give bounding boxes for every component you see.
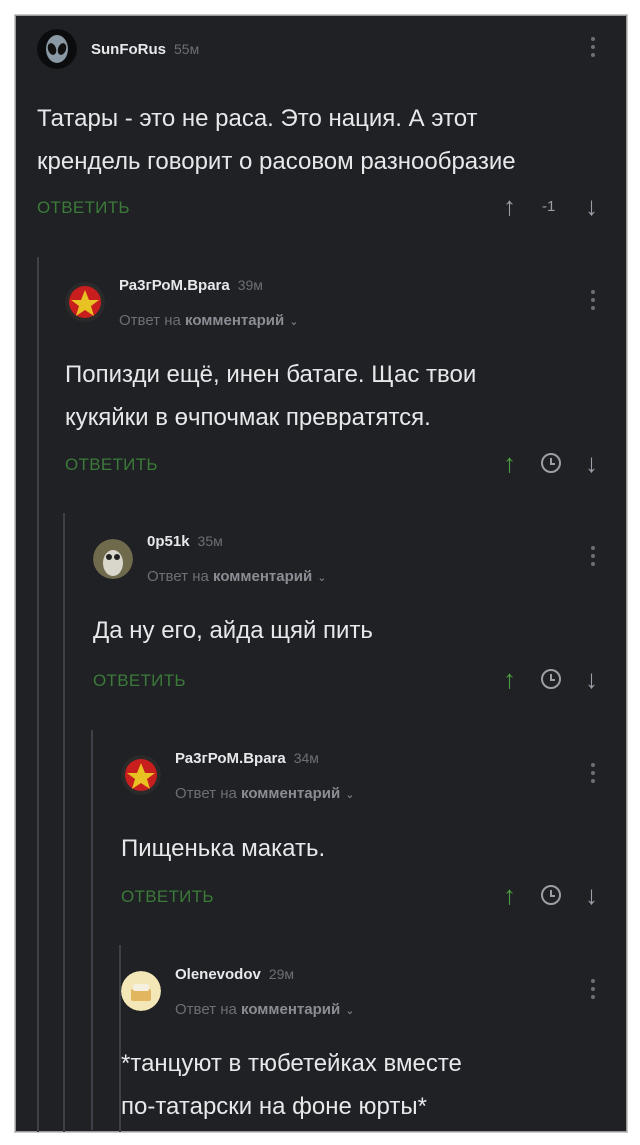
chevron-down-icon: ⌄ [317,572,327,584]
downvote-arrow-icon[interactable]: ↓ [585,882,598,908]
chevron-down-icon: ⌄ [345,789,355,801]
reply-button[interactable]: ОТВЕТИТЬ [65,455,158,475]
username[interactable]: SunFoRus 55м [91,41,199,58]
more-options-icon[interactable] [591,290,597,314]
crest-avatar-icon[interactable] [121,755,161,795]
clock-icon[interactable] [541,885,561,905]
clock-icon[interactable] [541,669,561,689]
thread-line [63,513,65,1132]
username[interactable]: Olenevodov 29м [175,966,294,983]
cake-avatar-icon[interactable] [121,971,161,1011]
more-options-icon[interactable] [591,763,597,787]
reply-button[interactable]: ОТВЕТИТЬ [37,198,130,218]
comment-score: -1 [542,198,556,215]
downvote-arrow-icon[interactable]: ↓ [585,450,598,476]
owl-avatar-icon[interactable] [93,539,133,579]
alien-avatar-icon[interactable] [37,29,77,69]
reply-to-link[interactable]: Ответ на комментарий ⌄ [175,1001,354,1018]
reply-button[interactable]: ОТВЕТИТЬ [93,671,186,691]
comment-text: Пищенька макать. [121,835,326,862]
comment-text: Попизди ещё, инен батаге. Щас твои кукяй… [65,361,477,431]
comment-text: Татары - это не раса. Это нация. А этот … [37,105,516,175]
reply-to-link[interactable]: Ответ на комментарий ⌄ [175,785,354,802]
comment-text: *танцуют в тюбетейках вместе по-татарски… [121,1050,462,1120]
chevron-down-icon: ⌄ [289,316,299,328]
timestamp: 34м [293,750,319,766]
timestamp: 39м [237,277,263,293]
more-options-icon[interactable] [591,37,597,61]
reply-button[interactable]: ОТВЕТИТЬ [121,887,214,907]
chevron-down-icon: ⌄ [345,1005,355,1017]
reply-to-link[interactable]: Ответ на комментарий ⌄ [147,568,326,585]
comment-text: Да ну его, айда щяй пить [93,617,373,644]
upvote-arrow-icon[interactable]: ↑ [503,193,516,219]
crest-avatar-icon[interactable] [65,282,105,322]
more-options-icon[interactable] [591,546,597,570]
thread-line [37,257,39,1132]
username[interactable]: 0p51k 35м [147,533,223,550]
upvote-arrow-icon[interactable]: ↑ [503,450,516,476]
timestamp: 35м [197,533,223,549]
clock-icon[interactable] [541,453,561,473]
timestamp: 55м [174,41,200,57]
comments-screen: SunFoRus 55м Татары - это не раса. Это на… [14,14,628,1133]
more-options-icon[interactable] [591,979,597,1003]
timestamp: 29м [268,966,295,982]
upvote-arrow-icon[interactable]: ↑ [503,666,516,692]
reply-to-link[interactable]: Ответ на комментарий ⌄ [119,312,298,329]
thread-line [91,730,93,1130]
username[interactable]: Ра3гРоМ.Враrа 34м [175,750,319,767]
upvote-arrow-icon[interactable]: ↑ [503,882,516,908]
downvote-arrow-icon[interactable]: ↓ [585,193,598,219]
downvote-arrow-icon[interactable]: ↓ [585,666,598,692]
username[interactable]: Ра3гРоМ.Враrа 39м [119,277,263,294]
